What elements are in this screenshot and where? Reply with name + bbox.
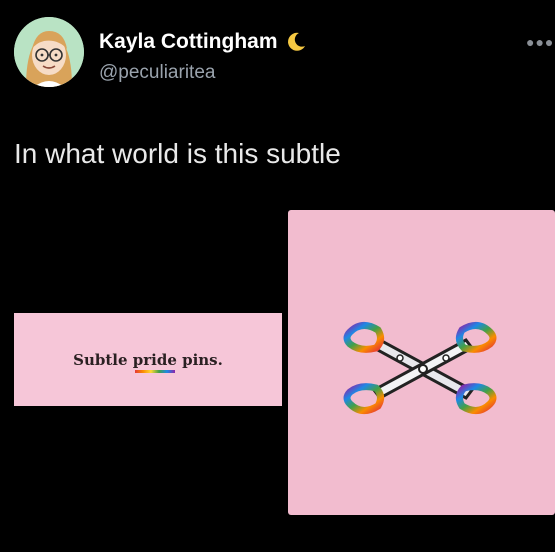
rainbow-underline bbox=[135, 369, 176, 373]
tweet-image-right[interactable] bbox=[288, 210, 555, 515]
display-name[interactable]: Kayla Cottingham bbox=[99, 30, 308, 54]
caption-text: Subtle pride pins. bbox=[73, 350, 223, 369]
tweet-text: In what world is this subtle bbox=[14, 138, 341, 169]
display-name-text: Kayla Cottingham bbox=[99, 30, 278, 53]
moon-icon bbox=[287, 32, 305, 51]
avatar-illustration bbox=[14, 17, 84, 87]
rainbow-scissors-pin-icon bbox=[343, 322, 497, 414]
avatar[interactable] bbox=[14, 17, 84, 87]
user-handle[interactable]: @peculiaritea bbox=[99, 62, 215, 84]
tweet-image-left[interactable]: Subtle pride pins. bbox=[14, 313, 282, 406]
more-options-icon[interactable]: ●●● bbox=[526, 34, 554, 50]
image-caption: Subtle pride pins. bbox=[73, 350, 223, 373]
